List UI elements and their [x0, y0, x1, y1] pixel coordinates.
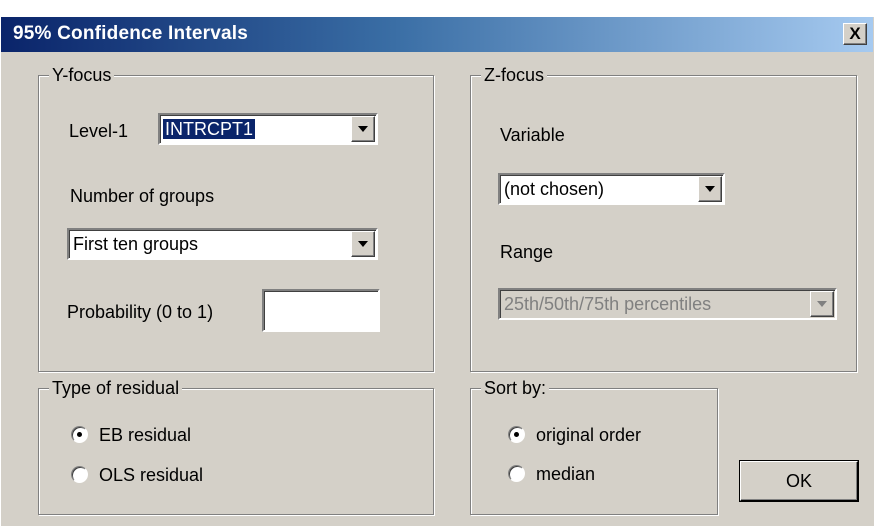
close-icon: X	[849, 24, 861, 43]
radio-button-icon[interactable]	[71, 466, 88, 483]
variable-dropdown-button[interactable]	[698, 176, 722, 202]
range-label: Range	[500, 242, 554, 262]
level1-label: Level-1	[69, 121, 129, 141]
radio-selected-dot	[514, 432, 519, 437]
close-button[interactable]: X	[843, 23, 867, 45]
median-label: median	[536, 464, 596, 484]
ok-button-label: OK	[785, 471, 812, 491]
range-dropdown-button[interactable]	[810, 291, 834, 317]
residual-group: Type of residual EB residual OLS residua…	[38, 377, 434, 515]
y-focus-legend: Y-focus	[49, 64, 115, 86]
radio-button-icon[interactable]	[508, 426, 525, 443]
chevron-down-icon	[358, 241, 368, 247]
sort-by-group: Sort by: original order median	[470, 377, 718, 515]
chevron-down-icon	[358, 126, 368, 132]
sort-by-legend: Sort by:	[481, 377, 550, 399]
range-value: 25th/50th/75th percentiles	[504, 294, 712, 314]
level1-value: INTRCPT1	[163, 119, 256, 139]
groups-dropdown-button[interactable]	[351, 231, 375, 257]
groups-label: Number of groups	[70, 186, 215, 206]
eb-residual-label: EB residual	[99, 425, 192, 445]
title-bar[interactable]: 95% Confidence Intervals X	[1, 17, 873, 52]
ols-residual-label: OLS residual	[99, 465, 204, 485]
window-title: 95% Confidence Intervals	[13, 23, 248, 44]
z-focus-group: Z-focus Variable (not chosen) Range 25th…	[470, 64, 857, 372]
original-order-label: original order	[536, 425, 642, 445]
ok-button[interactable]: OK	[740, 461, 858, 501]
radio-button-icon[interactable]	[71, 426, 88, 443]
chevron-down-icon	[817, 301, 827, 307]
z-focus-legend: Z-focus	[481, 64, 548, 86]
probability-label: Probability (0 to 1)	[67, 302, 214, 322]
dialog-window: 95% Confidence Intervals X Y-focus Level…	[0, 17, 874, 526]
radio-button-icon[interactable]	[508, 465, 525, 482]
level1-dropdown[interactable]: INTRCPT1	[158, 113, 378, 145]
probability-input[interactable]	[262, 289, 380, 332]
variable-value: (not chosen)	[504, 179, 605, 199]
groups-dropdown[interactable]: First ten groups	[67, 228, 378, 260]
radio-selected-dot	[77, 432, 82, 437]
level1-dropdown-button[interactable]	[351, 116, 375, 142]
chevron-down-icon	[705, 186, 715, 192]
y-focus-group: Y-focus Level-1 INTRCPT1 Number of group…	[38, 64, 434, 372]
variable-label: Variable	[500, 125, 565, 145]
range-dropdown[interactable]: 25th/50th/75th percentiles	[498, 288, 837, 320]
residual-legend: Type of residual	[49, 377, 183, 399]
groups-value: First ten groups	[73, 234, 199, 254]
variable-dropdown[interactable]: (not chosen)	[498, 173, 725, 205]
